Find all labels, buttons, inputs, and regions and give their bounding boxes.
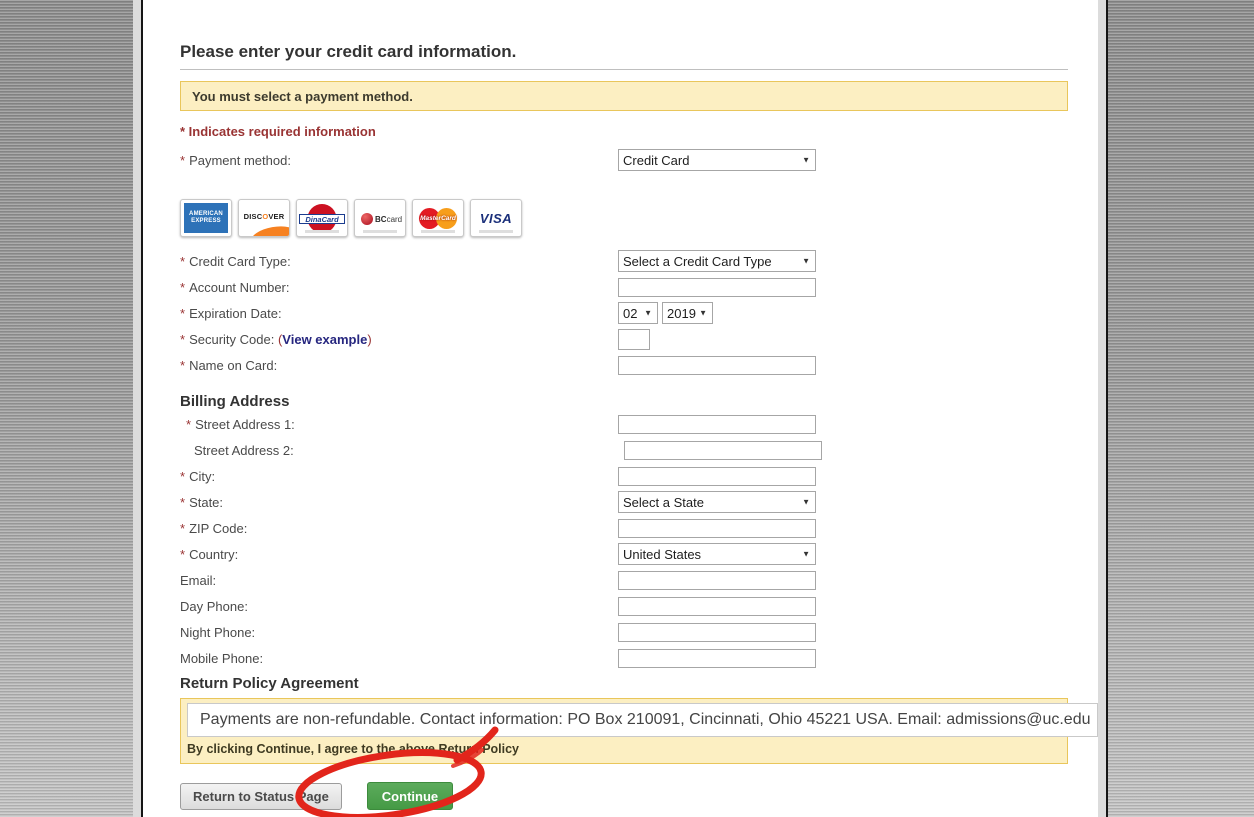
payment-method-label: *Payment method:: [180, 153, 618, 168]
zip-row: *ZIP Code:: [180, 515, 1098, 541]
email-input[interactable]: [618, 571, 816, 590]
billing-address-heading: Billing Address: [180, 393, 1098, 411]
mastercard-logo: MasterCard: [412, 199, 464, 237]
view-example-link[interactable]: View example: [282, 332, 367, 347]
account-number-input[interactable]: [618, 278, 816, 297]
agreement-statement: By clicking Continue, I agree to the abo…: [187, 742, 1067, 756]
card-logos-row: AMERICAN EXPRESS DISCOVER DinaCard: [180, 199, 1098, 237]
form-buttons: Return to Status Page Continue: [180, 782, 1098, 810]
required-asterisk: *: [180, 521, 185, 536]
card-type-select[interactable]: Select a Credit Card Type: [618, 250, 816, 272]
state-row: *State: Select a State: [180, 489, 1098, 515]
day-phone-row: Day Phone:: [180, 593, 1098, 619]
required-asterisk: *: [180, 306, 185, 321]
street-address-2-input[interactable]: [624, 441, 822, 460]
day-phone-input[interactable]: [618, 597, 816, 616]
bccard-logo: BCcard: [354, 199, 406, 237]
street2-row: Street Address 2:: [180, 437, 1098, 463]
expiration-date-row: *Expiration Date: 02 2019: [180, 300, 1098, 326]
required-asterisk: *: [180, 280, 185, 295]
required-asterisk: *: [180, 547, 185, 562]
page-title: Please enter your credit card informatio…: [180, 42, 1098, 62]
title-divider: [180, 69, 1068, 70]
required-asterisk: *: [180, 254, 185, 269]
email-row: Email:: [180, 567, 1098, 593]
return-policy-text-area[interactable]: Payments are non-refundable. Contact inf…: [187, 703, 1098, 737]
card-type-row: *Credit Card Type: Select a Credit Card …: [180, 248, 1098, 274]
return-to-status-button[interactable]: Return to Status Page: [180, 783, 342, 810]
country-row: *Country: United States: [180, 541, 1098, 567]
required-asterisk: *: [180, 358, 185, 373]
return-policy-text: Payments are non-refundable. Contact inf…: [200, 711, 1091, 728]
state-select[interactable]: Select a State: [618, 491, 816, 513]
bccard-ball: [361, 213, 373, 225]
payment-page: Please enter your credit card informatio…: [141, 0, 1098, 817]
visa-logo: VISA: [470, 199, 522, 237]
required-note: * Indicates required information: [180, 124, 1098, 139]
discover-logo: DISCOVER: [238, 199, 290, 237]
night-phone-row: Night Phone:: [180, 619, 1098, 645]
street-address-1-input[interactable]: [618, 415, 816, 434]
amex-logo-inner: AMERICAN EXPRESS: [184, 203, 228, 233]
zip-code-input[interactable]: [618, 519, 816, 538]
alert-banner: You must select a payment method.: [180, 81, 1068, 111]
continue-button[interactable]: Continue: [367, 782, 453, 810]
dinacard-logo: DinaCard: [296, 199, 348, 237]
account-number-row: *Account Number:: [180, 274, 1098, 300]
required-asterisk: *: [180, 153, 185, 168]
payment-method-row: *Payment method: Credit Card: [180, 147, 1098, 173]
alert-text: You must select a payment method.: [192, 89, 413, 104]
expiration-year-select[interactable]: 2019: [662, 302, 713, 324]
security-code-row: *Security Code: (View example): [180, 326, 1098, 352]
street1-row: *Street Address 1:: [180, 411, 1098, 437]
country-select[interactable]: United States: [618, 543, 816, 565]
card-fields: *Credit Card Type: Select a Credit Card …: [180, 248, 1098, 378]
amex-logo: AMERICAN EXPRESS: [180, 199, 232, 237]
page-frame: Please enter your credit card informatio…: [133, 0, 1108, 817]
name-on-card-row: *Name on Card:: [180, 352, 1098, 378]
desktop-background: Please enter your credit card informatio…: [0, 0, 1254, 817]
page-content: Please enter your credit card informatio…: [143, 42, 1098, 810]
return-policy-heading: Return Policy Agreement: [180, 675, 1098, 693]
city-input[interactable]: [618, 467, 816, 486]
city-row: *City:: [180, 463, 1098, 489]
return-policy-box: Payments are non-refundable. Contact inf…: [180, 698, 1068, 764]
expiration-month-select[interactable]: 02: [618, 302, 658, 324]
night-phone-input[interactable]: [618, 623, 816, 642]
required-asterisk: *: [180, 469, 185, 484]
required-asterisk: *: [180, 332, 185, 347]
required-asterisk: *: [180, 495, 185, 510]
payment-method-select-wrap: Credit Card: [618, 149, 816, 171]
mobile-phone-row: Mobile Phone:: [180, 645, 1098, 671]
name-on-card-input[interactable]: [618, 356, 816, 375]
payment-method-select[interactable]: Credit Card: [618, 149, 816, 171]
mobile-phone-input[interactable]: [618, 649, 816, 668]
discover-swoosh: [250, 223, 290, 237]
security-code-input[interactable]: [618, 329, 650, 350]
required-asterisk: *: [186, 417, 191, 432]
